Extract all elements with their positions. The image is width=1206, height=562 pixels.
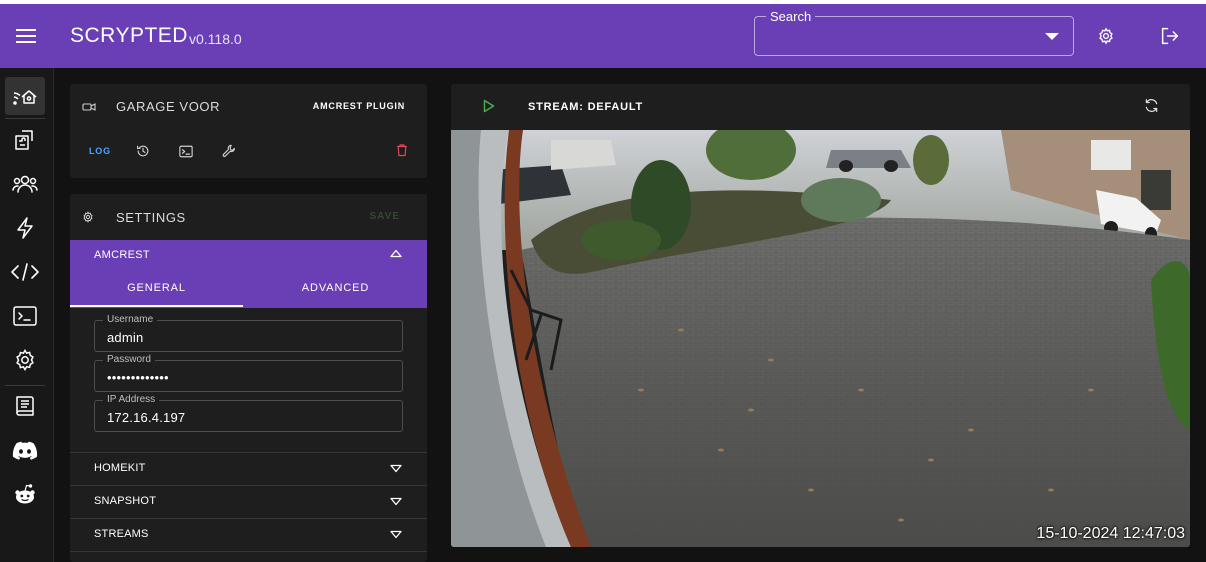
gear-icon <box>83 211 93 223</box>
console-icon <box>179 145 193 157</box>
tab-advanced[interactable]: ADVANCED <box>249 274 422 308</box>
camera-video[interactable]: 15-10-2024 12:47:03 <box>451 130 1190 547</box>
sidebar-divider <box>5 385 45 386</box>
code-icon <box>11 263 39 281</box>
stream-card: STREAM: DEFAULT 15-10-2024 12:47:03 <box>451 84 1190 547</box>
settings-button[interactable] <box>1094 24 1118 48</box>
sidebar-item-terminal[interactable] <box>5 297 45 335</box>
username-input[interactable] <box>107 328 387 346</box>
chevron-down-icon <box>390 464 402 473</box>
play-icon[interactable] <box>483 99 495 113</box>
save-button[interactable]: SAVE <box>370 211 401 222</box>
camera-frame <box>451 130 1190 547</box>
section-streams[interactable]: STREAMS <box>70 518 427 551</box>
sidebar <box>0 68 54 562</box>
section-homekit[interactable]: HOMEKIT <box>70 452 427 485</box>
section-title: SNAPSHOT <box>94 495 157 507</box>
stream-header: STREAM: DEFAULT <box>451 84 1190 130</box>
settings-card: SETTINGS SAVE AMCREST GENERAL ADVANCED U… <box>70 194 427 562</box>
username-label: Username <box>103 314 158 325</box>
camera-icon <box>82 103 96 111</box>
repl-button[interactable] <box>221 143 237 159</box>
search-input[interactable] <box>767 27 1027 47</box>
sidebar-item-docs[interactable] <box>5 387 45 425</box>
bolt-icon <box>17 217 33 239</box>
sidebar-item-plugins[interactable] <box>5 121 45 159</box>
section-snapshot[interactable]: SNAPSHOT <box>70 485 427 518</box>
ip-address-input[interactable] <box>107 408 387 426</box>
menu-button[interactable] <box>12 22 40 50</box>
chevron-down-icon <box>390 497 402 506</box>
delete-button[interactable] <box>395 143 411 159</box>
history-button[interactable] <box>135 143 151 159</box>
gear-icon <box>16 349 34 371</box>
reddit-icon <box>15 484 35 504</box>
sidebar-item-scripts[interactable] <box>5 253 45 291</box>
ip-address-field[interactable]: IP Address <box>94 394 403 432</box>
sidebar-divider <box>5 118 45 119</box>
gear-icon <box>1099 27 1113 45</box>
section-divider <box>70 551 427 562</box>
section-title: STREAMS <box>94 528 149 540</box>
settings-title: SETTINGS <box>116 210 186 225</box>
trash-icon <box>397 144 407 157</box>
username-field[interactable]: Username <box>94 314 403 352</box>
users-icon <box>12 175 38 193</box>
log-button[interactable]: LOG <box>89 146 111 156</box>
video-timestamp: 15-10-2024 12:47:03 <box>1036 525 1185 542</box>
sidebar-item-reddit[interactable] <box>5 475 45 513</box>
chevron-down-icon <box>390 530 402 539</box>
puzzle-box-icon <box>15 130 33 150</box>
search-label: Search <box>766 9 816 24</box>
app-brand: SCRYPTED <box>70 24 188 47</box>
hamburger-menu-icon <box>16 29 36 43</box>
sidebar-item-automations[interactable] <box>5 209 45 247</box>
tab-general[interactable]: GENERAL <box>70 274 243 308</box>
app-bar: SCRYPTED v0.118.0 Search <box>0 4 1206 68</box>
sidebar-item-discord[interactable] <box>5 431 45 469</box>
logout-button[interactable] <box>1158 24 1182 48</box>
password-input[interactable] <box>107 368 387 386</box>
sidebar-item-settings[interactable] <box>5 341 45 379</box>
group-title[interactable]: AMCREST <box>94 249 150 261</box>
wrench-icon <box>222 144 235 157</box>
sidebar-item-devices[interactable] <box>5 77 45 115</box>
caret-down-icon[interactable] <box>1045 31 1059 41</box>
search-box[interactable]: Search <box>754 9 1074 56</box>
password-field[interactable]: Password <box>94 354 403 392</box>
settings-group-amcrest: AMCREST GENERAL ADVANCED <box>70 240 427 308</box>
ip-address-label: IP Address <box>103 394 160 405</box>
stream-title: STREAM: DEFAULT <box>528 101 644 113</box>
book-icon <box>16 396 34 416</box>
terminal-icon <box>13 306 37 326</box>
device-title: GARAGE VOOR <box>116 99 221 114</box>
home-signal-icon <box>13 90 37 105</box>
refresh-icon[interactable] <box>1144 98 1159 113</box>
section-title: HOMEKIT <box>94 462 146 474</box>
plugin-link[interactable]: AMCREST PLUGIN <box>313 101 405 111</box>
logout-icon <box>1161 27 1179 45</box>
app-version: v0.118.0 <box>189 31 242 47</box>
password-label: Password <box>103 354 155 365</box>
sidebar-item-users[interactable] <box>5 165 45 203</box>
chevron-up-icon[interactable] <box>390 249 402 258</box>
discord-icon <box>12 441 38 460</box>
console-button[interactable] <box>178 143 194 159</box>
history-icon <box>137 145 149 157</box>
device-card: GARAGE VOOR AMCREST PLUGIN LOG <box>70 84 427 178</box>
